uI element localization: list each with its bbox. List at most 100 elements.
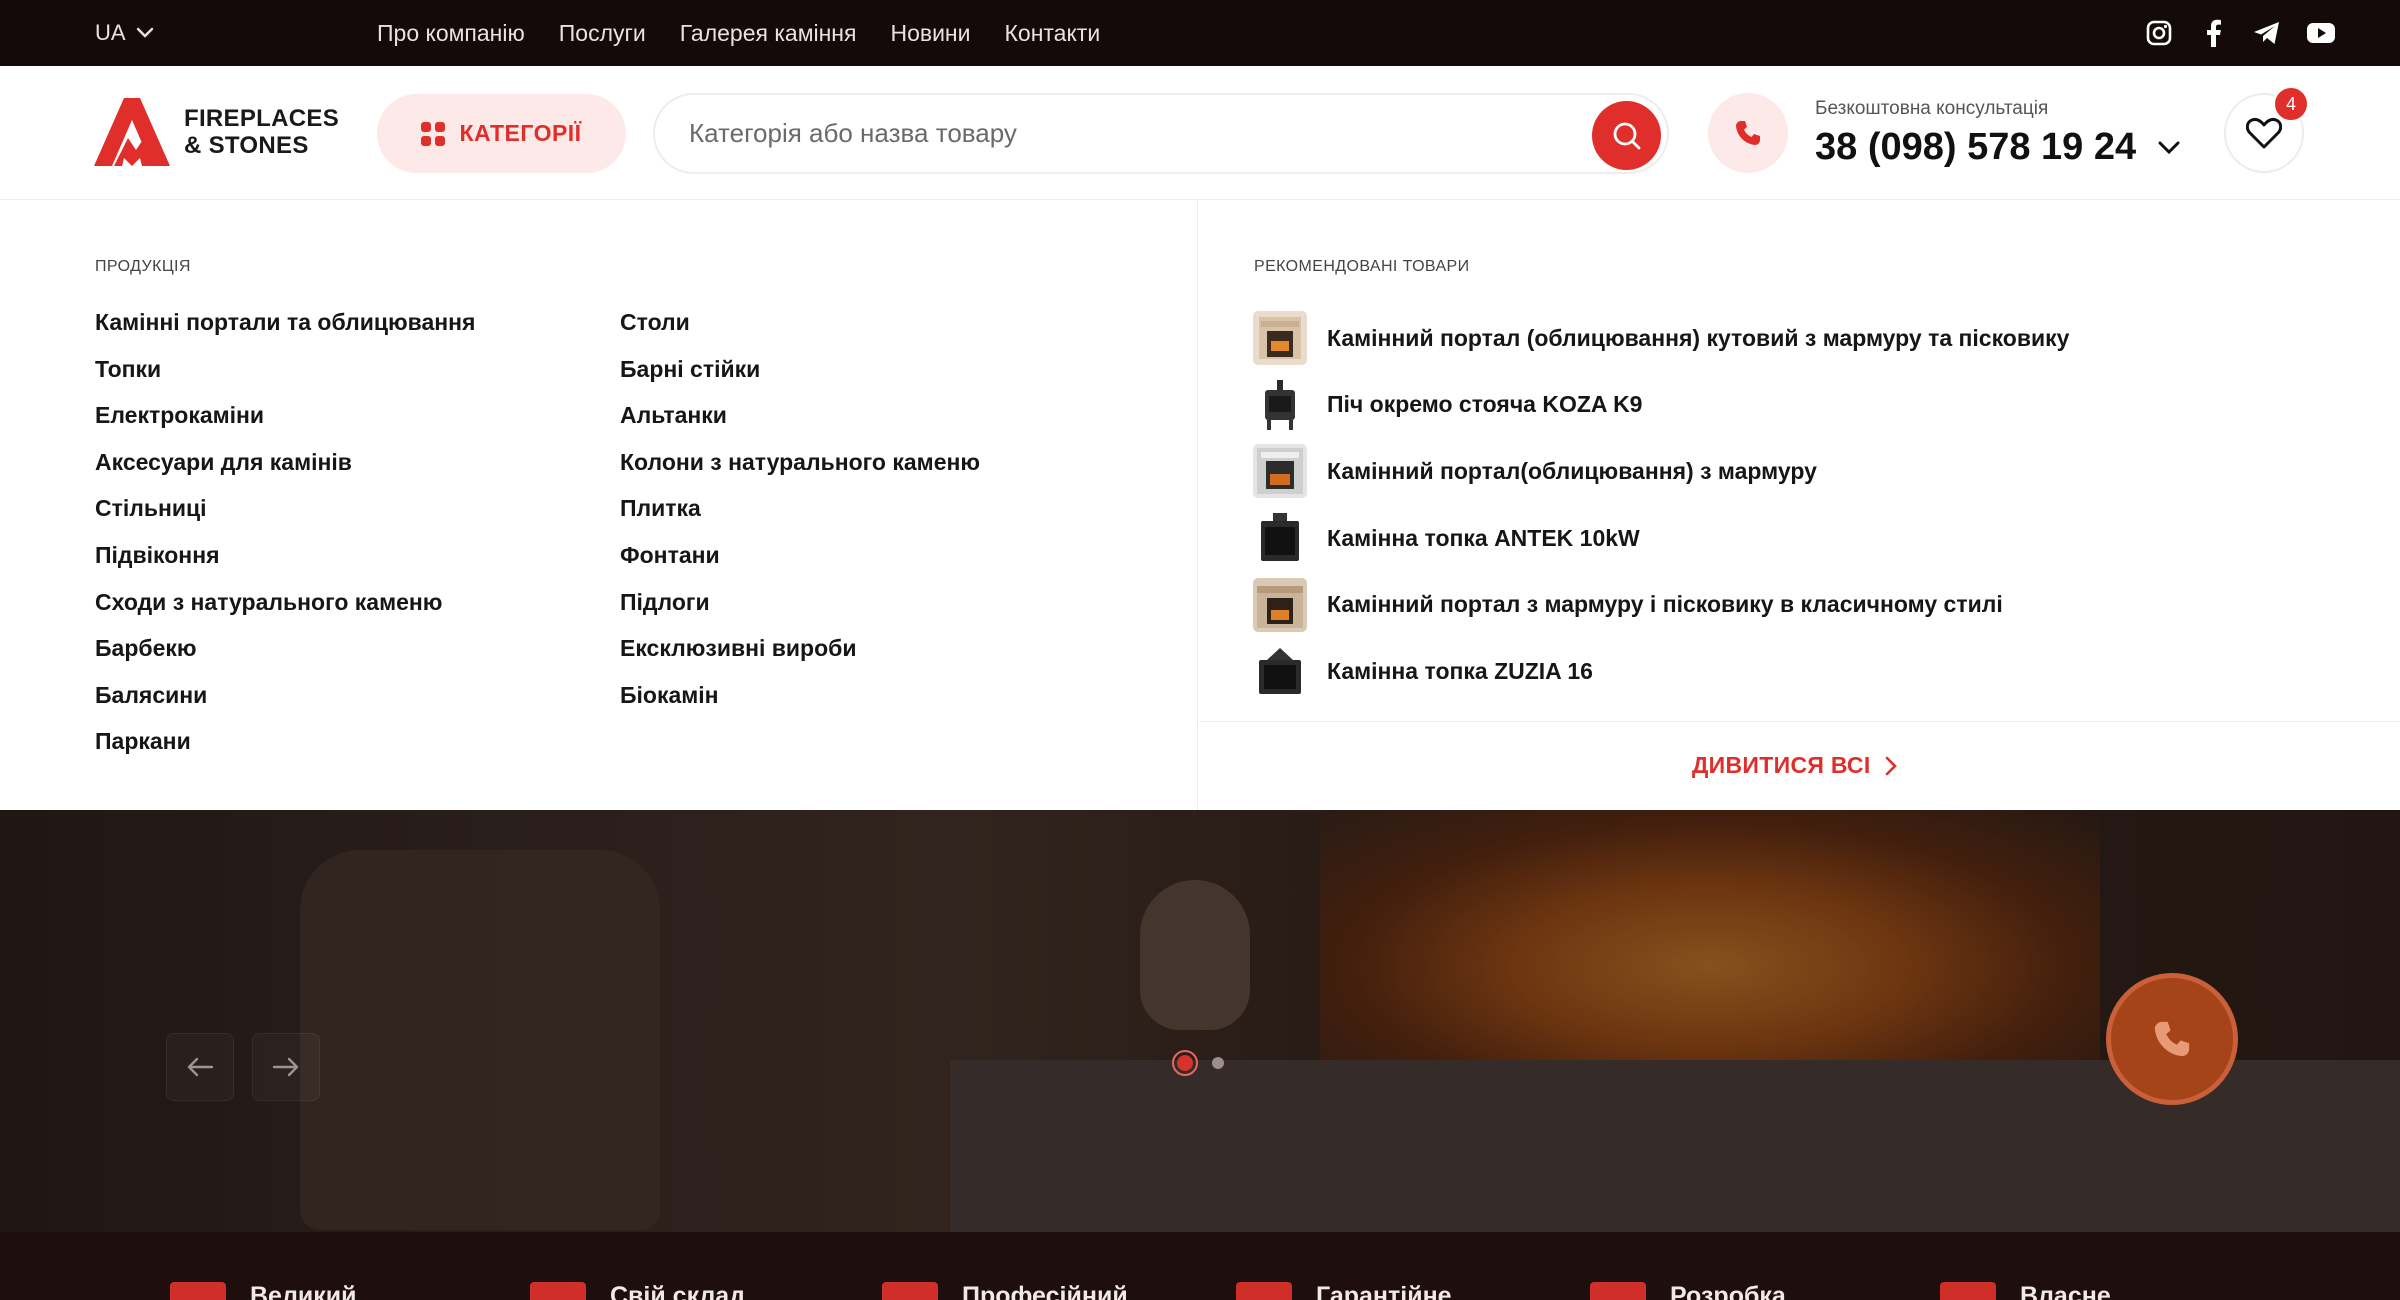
product-thumbnail bbox=[1253, 577, 1307, 632]
menu-item-fireboxes[interactable]: Топки bbox=[95, 355, 475, 402]
search-button[interactable] bbox=[1592, 101, 1661, 170]
hero-overlay bbox=[0, 810, 2400, 1232]
categories-mega-menu: ПРОДУКЦІЯ Камінні портали та облицювання… bbox=[0, 200, 2400, 810]
slider-dot-active[interactable] bbox=[1172, 1050, 1198, 1076]
menu-item-fireplace-portals[interactable]: Камінні портали та облицювання bbox=[95, 308, 475, 355]
hero-slider bbox=[0, 810, 2400, 1232]
feature-label: Професійний bbox=[962, 1282, 1128, 1300]
menu-item-bar-counters[interactable]: Барні стійки bbox=[620, 355, 980, 402]
products-panel: ПРОДУКЦІЯ Камінні портали та облицювання… bbox=[0, 200, 1198, 810]
slider-dot[interactable] bbox=[1212, 1057, 1224, 1069]
menu-item-barbecue[interactable]: Барбекю bbox=[95, 634, 475, 681]
menu-item-tables[interactable]: Столи bbox=[620, 308, 980, 355]
instagram-icon[interactable] bbox=[2144, 18, 2174, 48]
feature-icon bbox=[882, 1282, 938, 1300]
feature-item: Професійний bbox=[882, 1282, 1128, 1300]
feature-icon bbox=[530, 1282, 586, 1300]
feature-label: Власне bbox=[2020, 1282, 2111, 1300]
nav-link-contacts[interactable]: Контакти bbox=[1005, 20, 1101, 47]
search-input[interactable] bbox=[689, 118, 1569, 149]
chevron-down-icon bbox=[136, 27, 153, 38]
menu-item-stone-stairs[interactable]: Сходи з натурального каменю bbox=[95, 588, 475, 635]
nav-link-news[interactable]: Новини bbox=[890, 20, 970, 47]
arrow-right-icon bbox=[272, 1057, 299, 1077]
chevron-right-icon bbox=[1885, 756, 1897, 775]
phone-dropdown[interactable]: 38 (098) 578 19 24 bbox=[1815, 126, 2180, 169]
telegram-icon[interactable] bbox=[2252, 18, 2282, 48]
arrow-left-icon bbox=[187, 1057, 214, 1077]
search-bar bbox=[653, 93, 1669, 174]
consultation-label: Безкоштовна консультація bbox=[1815, 98, 2049, 119]
social-links bbox=[2144, 0, 2336, 66]
youtube-icon[interactable] bbox=[2306, 18, 2336, 48]
heart-icon bbox=[2246, 117, 2282, 149]
recommended-section-title: РЕКОМЕНДОВАНІ ТОВАРИ bbox=[1254, 258, 1470, 275]
feature-icon bbox=[1236, 1282, 1292, 1300]
view-all-label: ДИВИТИСЯ ВСІ bbox=[1692, 752, 1871, 778]
menu-item-floors[interactable]: Підлоги bbox=[620, 588, 980, 635]
feature-label: Свій склад bbox=[610, 1282, 746, 1300]
recommended-item[interactable]: Камінний портал (облицювання) кутовий з … bbox=[1253, 305, 2069, 372]
phone-icon-badge[interactable] bbox=[1708, 93, 1788, 173]
language-selector[interactable]: UA bbox=[95, 0, 154, 66]
feature-item: Гарантійне bbox=[1236, 1282, 1452, 1300]
menu-item-tiles[interactable]: Плитка bbox=[620, 494, 980, 541]
menu-item-countertops[interactable]: Стільниці bbox=[95, 494, 475, 541]
recommended-item-name: Камінна топка ZUZIA 16 bbox=[1327, 657, 1593, 684]
facebook-icon[interactable] bbox=[2198, 18, 2228, 48]
menu-item-exclusive-products[interactable]: Ексклюзивні вироби bbox=[620, 634, 980, 681]
recommended-item[interactable]: Камінний портал з мармуру і пісковику в … bbox=[1253, 571, 2069, 638]
menu-item-biofireplace[interactable]: Біокамін bbox=[620, 681, 980, 728]
feature-icon bbox=[1590, 1282, 1646, 1300]
product-thumbnail bbox=[1253, 311, 1307, 366]
menu-item-fences[interactable]: Паркани bbox=[95, 727, 475, 774]
menu-item-stone-columns[interactable]: Колони з натурального каменю bbox=[620, 448, 980, 495]
recommended-item[interactable]: Камінна топка ANTEK 10kW bbox=[1253, 505, 2069, 572]
features-strip: Великий Свій склад Професійний Гарантійн… bbox=[0, 1232, 2400, 1300]
nav-link-about[interactable]: Про компанію bbox=[377, 20, 525, 47]
nav-link-services[interactable]: Послуги bbox=[559, 20, 646, 47]
view-all-link[interactable]: ДИВИТИСЯ ВСІ bbox=[1692, 752, 1897, 779]
recommended-list: Камінний портал (облицювання) кутовий з … bbox=[1253, 305, 2069, 705]
floating-call-button[interactable] bbox=[2106, 973, 2238, 1105]
nav-link-gallery[interactable]: Галерея каміння bbox=[680, 20, 857, 47]
menu-item-gazebos[interactable]: Альтанки bbox=[620, 401, 980, 448]
recommended-item[interactable]: Піч окремо стояча KOZA K9 bbox=[1253, 372, 2069, 439]
products-column-2: Столи Барні стійки Альтанки Колони з нат… bbox=[620, 308, 980, 727]
feature-item: Свій склад bbox=[530, 1282, 745, 1300]
menu-item-fireplace-accessories[interactable]: Аксесуари для камінів bbox=[95, 448, 475, 495]
language-code: UA bbox=[95, 20, 126, 45]
recommended-item-name: Камінний портал з мармуру і пісковику в … bbox=[1327, 591, 2003, 618]
categories-label: КАТЕГОРІЇ bbox=[459, 120, 582, 146]
menu-item-balusters[interactable]: Балясини bbox=[95, 681, 475, 728]
favorites-button[interactable]: 4 bbox=[2224, 85, 2310, 173]
recommended-item[interactable]: Камінна топка ZUZIA 16 bbox=[1253, 638, 2069, 705]
feature-label: Великий bbox=[250, 1282, 357, 1300]
recommended-divider bbox=[1199, 721, 2400, 722]
recommended-item-name: Камінна топка ANTEK 10kW bbox=[1327, 524, 1640, 551]
chevron-down-icon bbox=[2158, 141, 2180, 154]
top-nav: Про компанію Послуги Галерея каміння Нов… bbox=[377, 0, 1100, 66]
slider-next-button[interactable] bbox=[252, 1033, 320, 1101]
phone-number: 38 (098) 578 19 24 bbox=[1815, 126, 2137, 168]
feature-item: Власне bbox=[1940, 1282, 2111, 1300]
menu-item-fountains[interactable]: Фонтани bbox=[620, 541, 980, 588]
categories-button[interactable]: КАТЕГОРІЇ bbox=[377, 94, 626, 173]
slider-prev-button[interactable] bbox=[166, 1033, 234, 1101]
slider-pagination bbox=[1172, 1050, 1224, 1076]
menu-item-window-sills[interactable]: Підвіконня bbox=[95, 541, 475, 588]
menu-item-electric-fireplaces[interactable]: Електрокаміни bbox=[95, 401, 475, 448]
feature-label: Розробка bbox=[1670, 1282, 1786, 1300]
recommended-item-name: Камінний портал (облицювання) кутовий з … bbox=[1327, 324, 2070, 351]
feature-label: Гарантійне bbox=[1316, 1282, 1452, 1300]
consultation-block: Безкоштовна консультація 38 (098) 578 19… bbox=[1815, 98, 2180, 169]
feature-item: Великий bbox=[170, 1282, 356, 1300]
phone-icon bbox=[2154, 1021, 2190, 1057]
logo-line-1: FIREPLACES bbox=[184, 105, 340, 132]
logo-line-2: & STONES bbox=[184, 132, 309, 159]
product-thumbnail bbox=[1253, 377, 1307, 432]
product-thumbnail bbox=[1253, 444, 1307, 499]
site-logo[interactable]: FIREPLACES & STONES bbox=[94, 98, 339, 166]
recommended-item[interactable]: Камінний портал(облицювання) з мармуру bbox=[1253, 438, 2069, 505]
top-bar: UA Про компанію Послуги Галерея каміння … bbox=[0, 0, 2400, 66]
